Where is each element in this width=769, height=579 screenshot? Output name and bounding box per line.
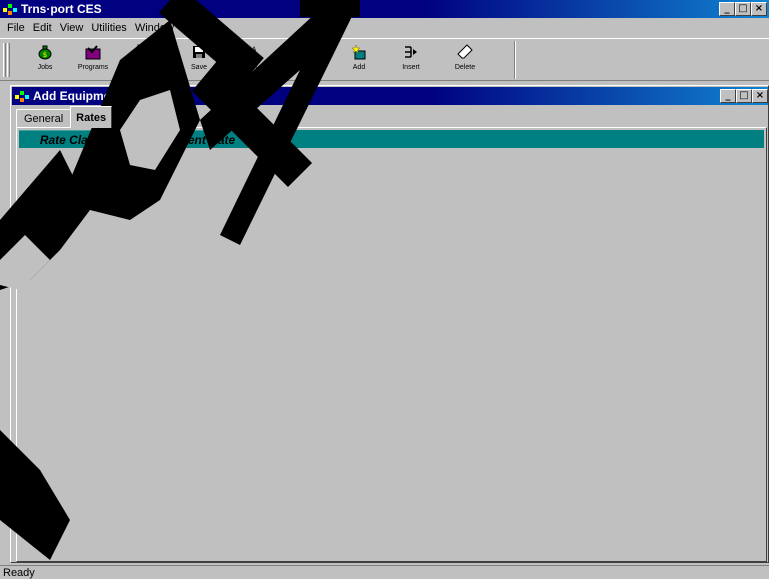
child-title: Add Equipment [33,89,122,103]
toolbar-buttons: $ Jobs Programs Close Save A Z Sort Pare… [12,41,515,79]
sort-button[interactable]: AZ Sort [226,43,276,79]
tab-rates[interactable]: Rates [70,106,113,128]
maximize-button[interactable]: □ [735,2,751,16]
parent-label: Parent [294,64,316,71]
svg-text:A: A [252,46,257,53]
menu-edit[interactable]: Edit [30,22,57,34]
app-icon [2,2,18,16]
menu-help[interactable]: Help [179,22,210,34]
floppy-disk-icon [191,44,207,60]
svg-text:Z: Z [252,53,256,60]
child-close-button[interactable]: × [752,89,768,103]
tab-strip: General Rates Attachments [16,106,189,128]
status-bar: Ready [0,565,769,579]
add-equipment-window: Add Equipment _ □ × General Rates Attach… [10,85,769,563]
programs-icon [85,44,101,60]
close-label: Close [134,64,152,71]
tab-attachments[interactable]: Attachments [111,109,189,128]
minimize-button[interactable]: _ [719,2,735,16]
app-window: Trns·port CES _ □ × File Edit View Utili… [0,0,769,579]
eraser-icon [457,44,473,60]
app-icon [14,89,30,103]
insert-icon [403,44,419,60]
toolbar-grip[interactable] [7,43,10,77]
parent-arrow-icon [297,44,313,60]
parent-button[interactable]: Parent [280,43,330,79]
save-label: Save [191,64,207,71]
menu-window[interactable]: Window [132,22,179,34]
save-button[interactable]: Save [174,43,224,79]
column-header-rate-class[interactable]: Rate Class [19,130,123,148]
child-window-controls: _ □ × [720,89,768,103]
programs-button[interactable]: Programs [68,43,118,79]
sort-label: Sort [244,64,258,71]
column-header-equipment-rate[interactable]: Equipment Rate [123,130,257,148]
jobs-label: Jobs [37,64,53,71]
close-button[interactable]: × [751,2,767,16]
jobs-button[interactable]: $ Jobs [20,43,70,79]
status-text: Ready [3,566,35,579]
tab-general[interactable]: General [16,109,72,128]
add-label: Add [352,64,366,71]
close-door-icon [135,44,151,60]
delete-label: Delete [454,64,476,71]
app-window-controls: _ □ × [719,2,767,16]
menu-bar: File Edit View Utilities Window Help [0,18,769,38]
add-star-icon [351,44,367,60]
rates-grid-header: Rate Class Equipment Rate [19,130,764,148]
rates-panel: Rate Class Equipment Rate [16,127,767,562]
toolbar: $ Jobs Programs Close Save A Z Sort Pare… [0,38,769,81]
insert-button[interactable]: Insert [386,43,436,79]
insert-label: Insert [402,64,420,71]
svg-text:$: $ [43,51,47,59]
delete-button[interactable]: Delete [440,43,490,79]
app-title: Trns·port CES [21,2,102,16]
close-tool-button[interactable]: Close [118,43,168,79]
child-minimize-button[interactable]: _ [720,89,736,103]
child-titlebar: Add Equipment _ □ × [12,87,768,105]
child-maximize-button[interactable]: □ [736,89,752,103]
add-button[interactable]: Add [334,43,384,79]
app-titlebar: Trns·port CES _ □ × [0,0,769,18]
toolbar-grip[interactable] [3,43,6,77]
money-bag-icon: $ [37,44,53,60]
menu-file[interactable]: File [4,22,30,34]
menu-utilities[interactable]: Utilities [88,22,131,34]
programs-label: Programs [77,64,109,71]
sort-icon: AZ [243,44,259,60]
menu-view[interactable]: View [57,22,89,34]
